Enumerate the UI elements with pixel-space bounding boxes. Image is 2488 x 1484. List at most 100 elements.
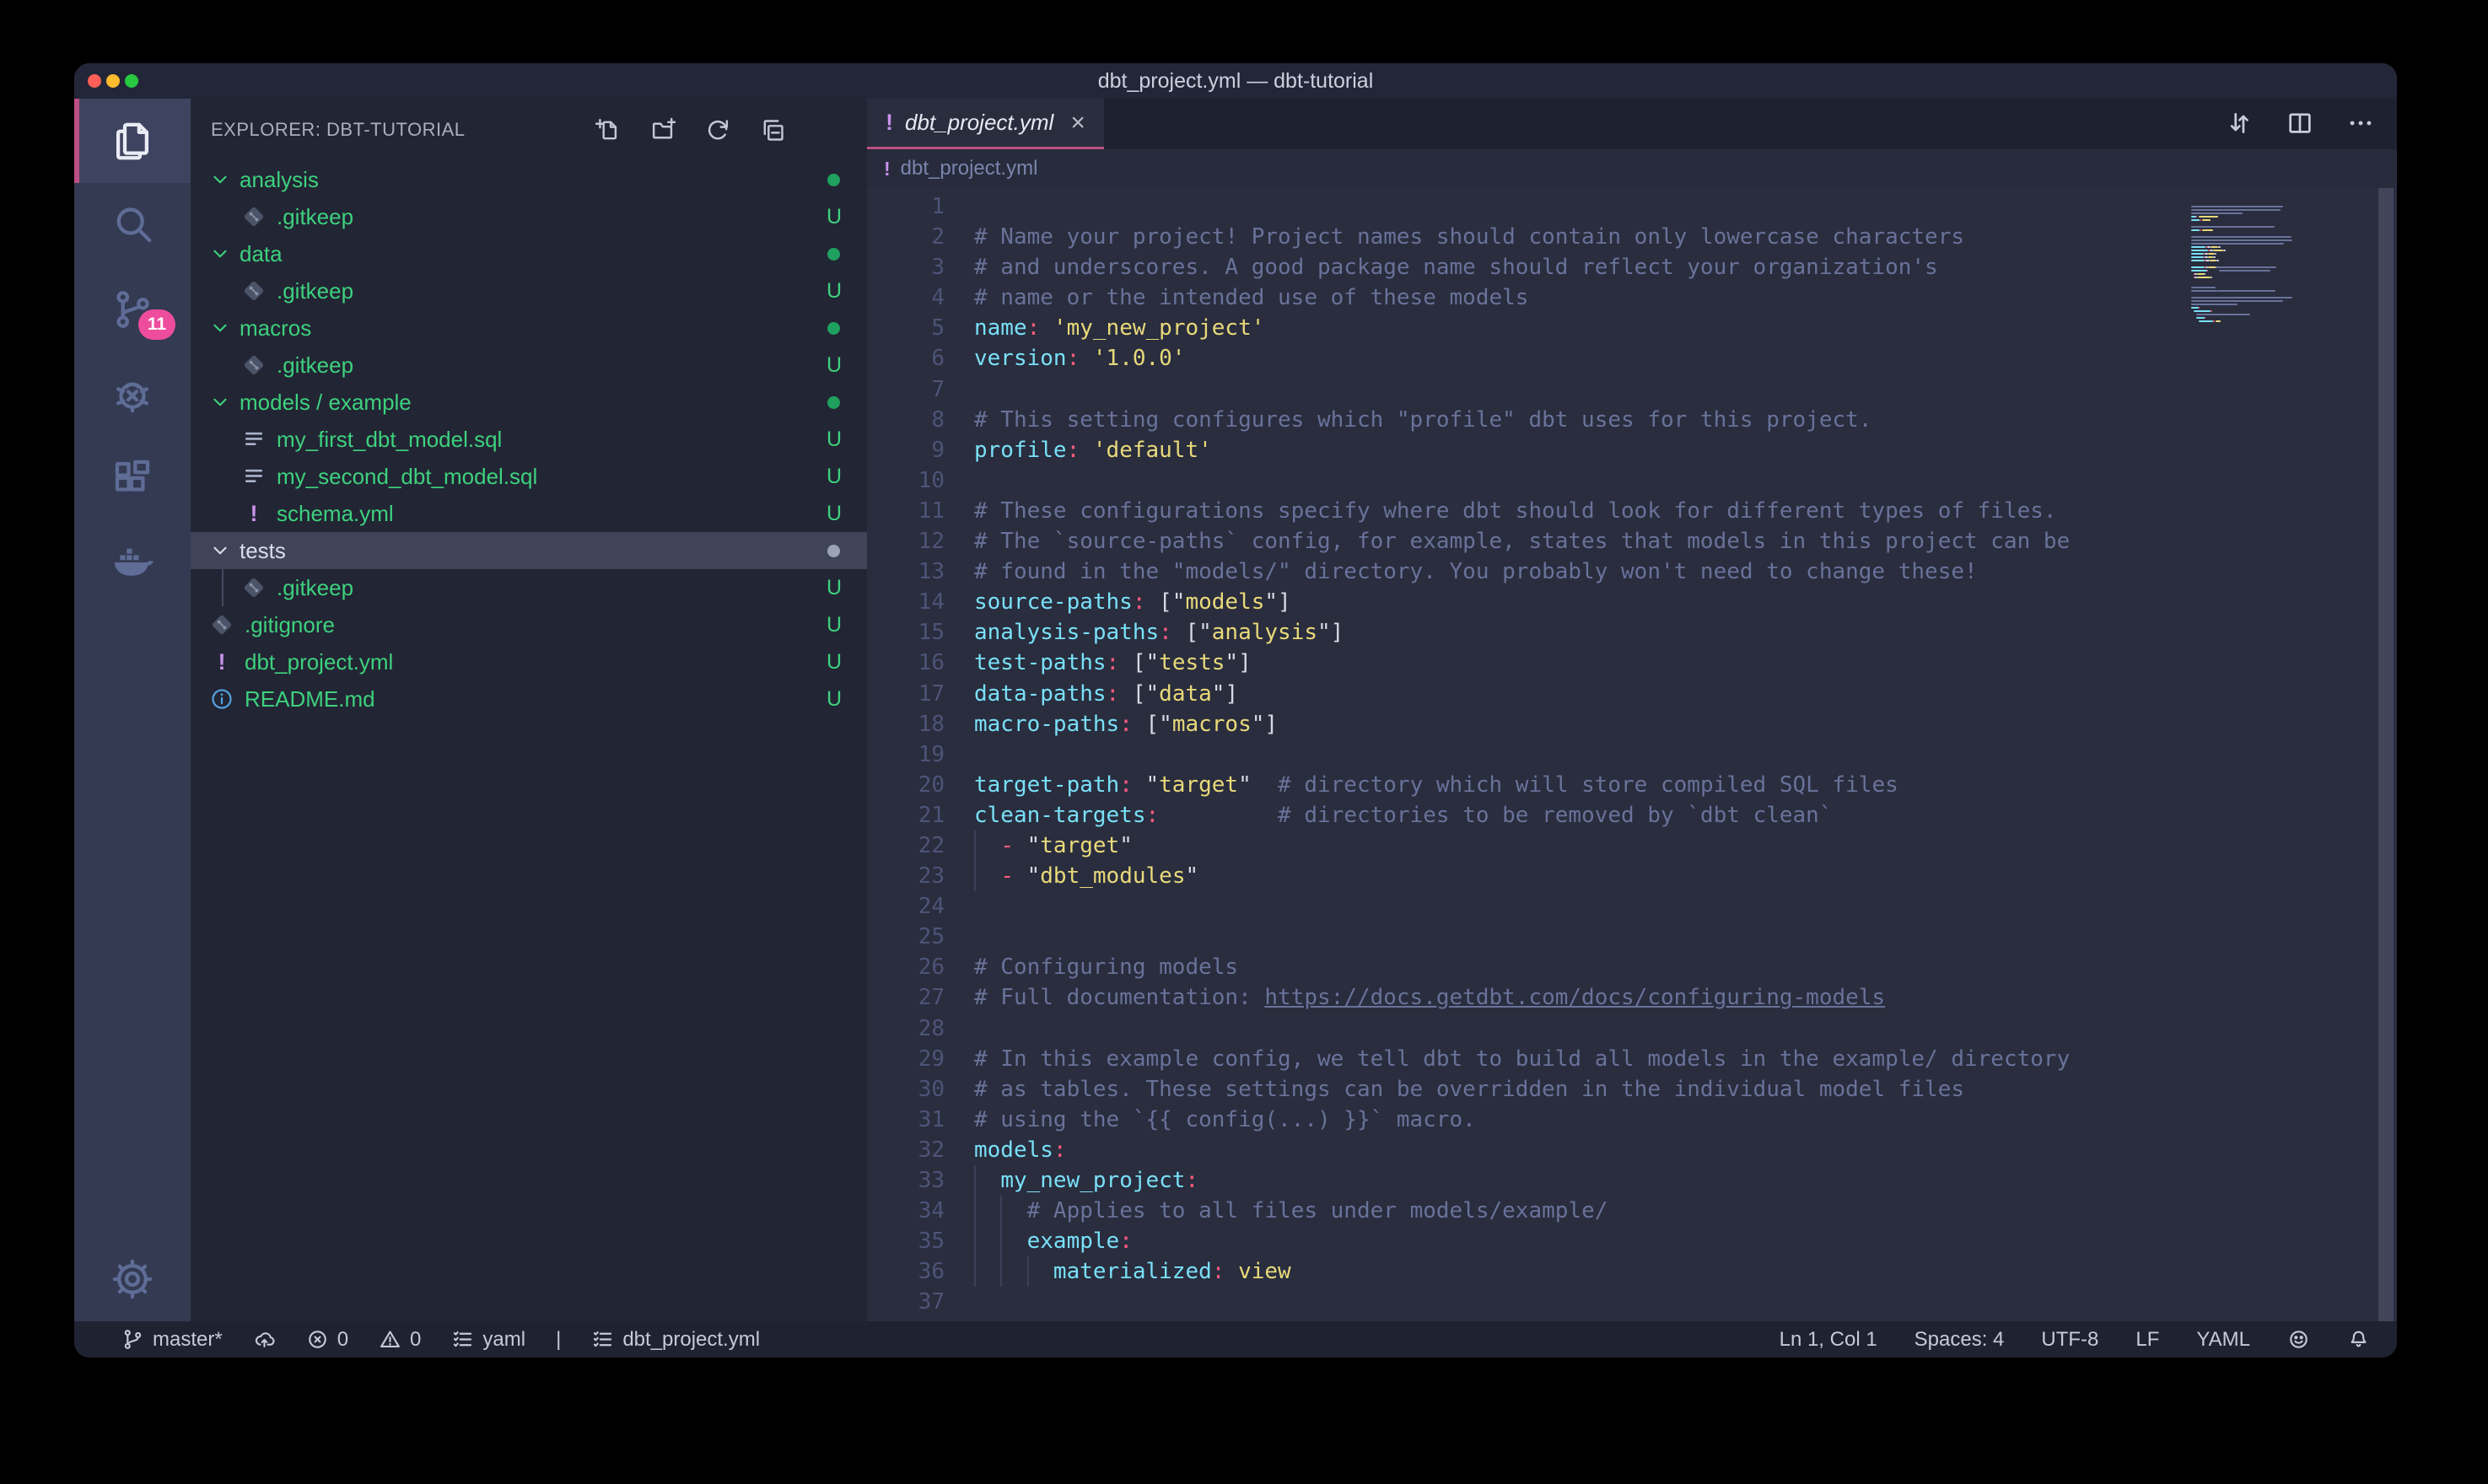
line-number[interactable]: 29 xyxy=(867,1044,945,1074)
line-number[interactable]: 16 xyxy=(867,648,945,678)
files-icon xyxy=(110,118,155,164)
tree-file--gitkeep[interactable]: .gitkeepU xyxy=(191,569,867,606)
editor-scrollbar[interactable] xyxy=(2378,188,2394,1321)
minimap[interactable] xyxy=(2191,202,2378,326)
code-token: " xyxy=(1119,833,1133,858)
status-left-checklist[interactable]: yaml xyxy=(451,1328,525,1352)
tree-file-my-second-dbt-model-sql[interactable]: my_second_dbt_model.sqlU xyxy=(191,458,867,495)
collapse-all-icon[interactable] xyxy=(760,117,786,143)
tree-folder-models-example[interactable]: models / example xyxy=(191,384,867,421)
line-number[interactable]: 17 xyxy=(867,679,945,709)
activity-item-files[interactable] xyxy=(74,99,191,183)
close-window-button[interactable] xyxy=(88,74,101,88)
minimize-window-button[interactable] xyxy=(106,74,120,88)
line-number[interactable]: 10 xyxy=(867,465,945,496)
line-number[interactable]: 9 xyxy=(867,435,945,465)
code-token: analysis xyxy=(1212,620,1317,645)
line-number[interactable]: 21 xyxy=(867,800,945,831)
line-number[interactable]: 1 xyxy=(867,191,945,222)
line-number[interactable]: 5 xyxy=(867,313,945,343)
activity-item-settings[interactable] xyxy=(74,1237,191,1321)
tree-file-schema-yml[interactable]: !schema.ymlU xyxy=(191,495,867,532)
activity-item-extensions[interactable] xyxy=(74,436,191,520)
tree-folder-macros[interactable]: macros xyxy=(191,309,867,347)
line-number[interactable]: 13 xyxy=(867,556,945,587)
line-number[interactable]: 31 xyxy=(867,1105,945,1135)
line-number[interactable]: 23 xyxy=(867,861,945,891)
line-number[interactable]: 27 xyxy=(867,982,945,1013)
tree-file-my-first-dbt-model-sql[interactable]: my_first_dbt_model.sqlU xyxy=(191,421,867,458)
more-actions-icon[interactable] xyxy=(2346,109,2375,137)
line-number[interactable]: 14 xyxy=(867,587,945,617)
new-file-icon[interactable] xyxy=(595,117,622,143)
line-number[interactable]: 8 xyxy=(867,405,945,435)
tree-file--gitkeep[interactable]: .gitkeepU xyxy=(191,272,867,309)
status-separator: | xyxy=(556,1328,561,1352)
status-right-smiley[interactable] xyxy=(2287,1328,2310,1351)
line-number[interactable]: 7 xyxy=(867,374,945,405)
status-label: LF xyxy=(2135,1328,2159,1352)
line-number[interactable]: 2 xyxy=(867,222,945,252)
line-number[interactable]: 4 xyxy=(867,282,945,313)
tree-file--gitkeep[interactable]: .gitkeepU xyxy=(191,347,867,384)
refresh-icon[interactable] xyxy=(705,117,731,143)
code-token: 'my_new_project' xyxy=(1053,315,1264,341)
line-number[interactable]: 20 xyxy=(867,770,945,800)
line-number[interactable]: 11 xyxy=(867,496,945,526)
tree-file--gitkeep[interactable]: .gitkeepU xyxy=(191,198,867,235)
tree-file-dbt-project-yml[interactable]: !dbt_project.ymlU xyxy=(191,643,867,680)
line-number[interactable]: 15 xyxy=(867,617,945,648)
status-right-utf-8[interactable]: UTF-8 xyxy=(2041,1328,2098,1352)
line-number[interactable]: 18 xyxy=(867,709,945,739)
line-number[interactable]: 36 xyxy=(867,1256,945,1287)
line-number[interactable]: 35 xyxy=(867,1226,945,1256)
docker-icon xyxy=(110,540,155,585)
tree-file-readme-md[interactable]: README.mdU xyxy=(191,680,867,718)
status-right-ln-1-col-1[interactable]: Ln 1, Col 1 xyxy=(1780,1328,1877,1352)
activity-item-search[interactable] xyxy=(74,183,191,267)
line-number[interactable]: 30 xyxy=(867,1074,945,1105)
line-number[interactable]: 22 xyxy=(867,831,945,861)
status-left-error-circle[interactable]: 0 xyxy=(306,1328,348,1352)
breadcrumb[interactable]: ! dbt_project.yml xyxy=(867,149,2397,188)
status-right-yaml[interactable]: YAML xyxy=(2196,1328,2250,1352)
tree-folder-tests[interactable]: tests xyxy=(191,532,867,569)
code-editor[interactable]: 12# Name your project! Project names sho… xyxy=(867,188,2397,1321)
tree-folder-analysis[interactable]: analysis xyxy=(191,161,867,198)
status-right-lf[interactable]: LF xyxy=(2135,1328,2159,1352)
status-left-git-branch[interactable]: master* xyxy=(121,1328,223,1352)
tab-dbt-project-yml[interactable]: ! dbt_project.yml × xyxy=(867,99,1104,149)
line-number[interactable]: 32 xyxy=(867,1135,945,1165)
line-number[interactable]: 34 xyxy=(867,1196,945,1226)
line-number[interactable]: 26 xyxy=(867,952,945,982)
status-right-spaces-4[interactable]: Spaces: 4 xyxy=(1914,1328,2005,1352)
file-tree: analysis.gitkeepUdata.gitkeepUmacros.git… xyxy=(191,161,867,1321)
code-line-14: 14source-paths: ["models"] xyxy=(867,587,2397,617)
tree-folder-data[interactable]: data xyxy=(191,235,867,272)
status-right-bell[interactable] xyxy=(2347,1328,2370,1351)
line-number[interactable]: 28 xyxy=(867,1014,945,1044)
line-number[interactable]: 12 xyxy=(867,526,945,556)
line-number[interactable]: 19 xyxy=(867,739,945,770)
activity-item-debug[interactable] xyxy=(74,352,191,436)
code-token: [" xyxy=(1133,712,1172,737)
line-number[interactable]: 24 xyxy=(867,891,945,922)
tab-close-icon[interactable]: × xyxy=(1070,109,1085,137)
tree-file--gitignore[interactable]: .gitignoreU xyxy=(191,606,867,643)
line-number[interactable]: 33 xyxy=(867,1165,945,1196)
line-number[interactable]: 37 xyxy=(867,1287,945,1317)
line-number[interactable]: 25 xyxy=(867,922,945,952)
new-folder-icon[interactable] xyxy=(650,117,676,143)
cloud-upload-icon xyxy=(253,1328,276,1351)
status-left-checklist[interactable]: dbt_project.yml xyxy=(591,1328,760,1352)
activity-item-docker[interactable] xyxy=(74,520,191,605)
activity-item-source-control[interactable]: 11 xyxy=(74,267,191,352)
line-number[interactable]: 3 xyxy=(867,252,945,282)
code-token: models xyxy=(974,1137,1053,1163)
compare-changes-icon[interactable] xyxy=(2225,109,2254,137)
line-number[interactable]: 6 xyxy=(867,343,945,374)
split-editor-icon[interactable] xyxy=(2286,109,2314,137)
status-left-cloud-upload[interactable] xyxy=(253,1328,276,1351)
status-left-warning-triangle[interactable]: 0 xyxy=(379,1328,421,1352)
maximize-window-button[interactable] xyxy=(125,74,138,88)
